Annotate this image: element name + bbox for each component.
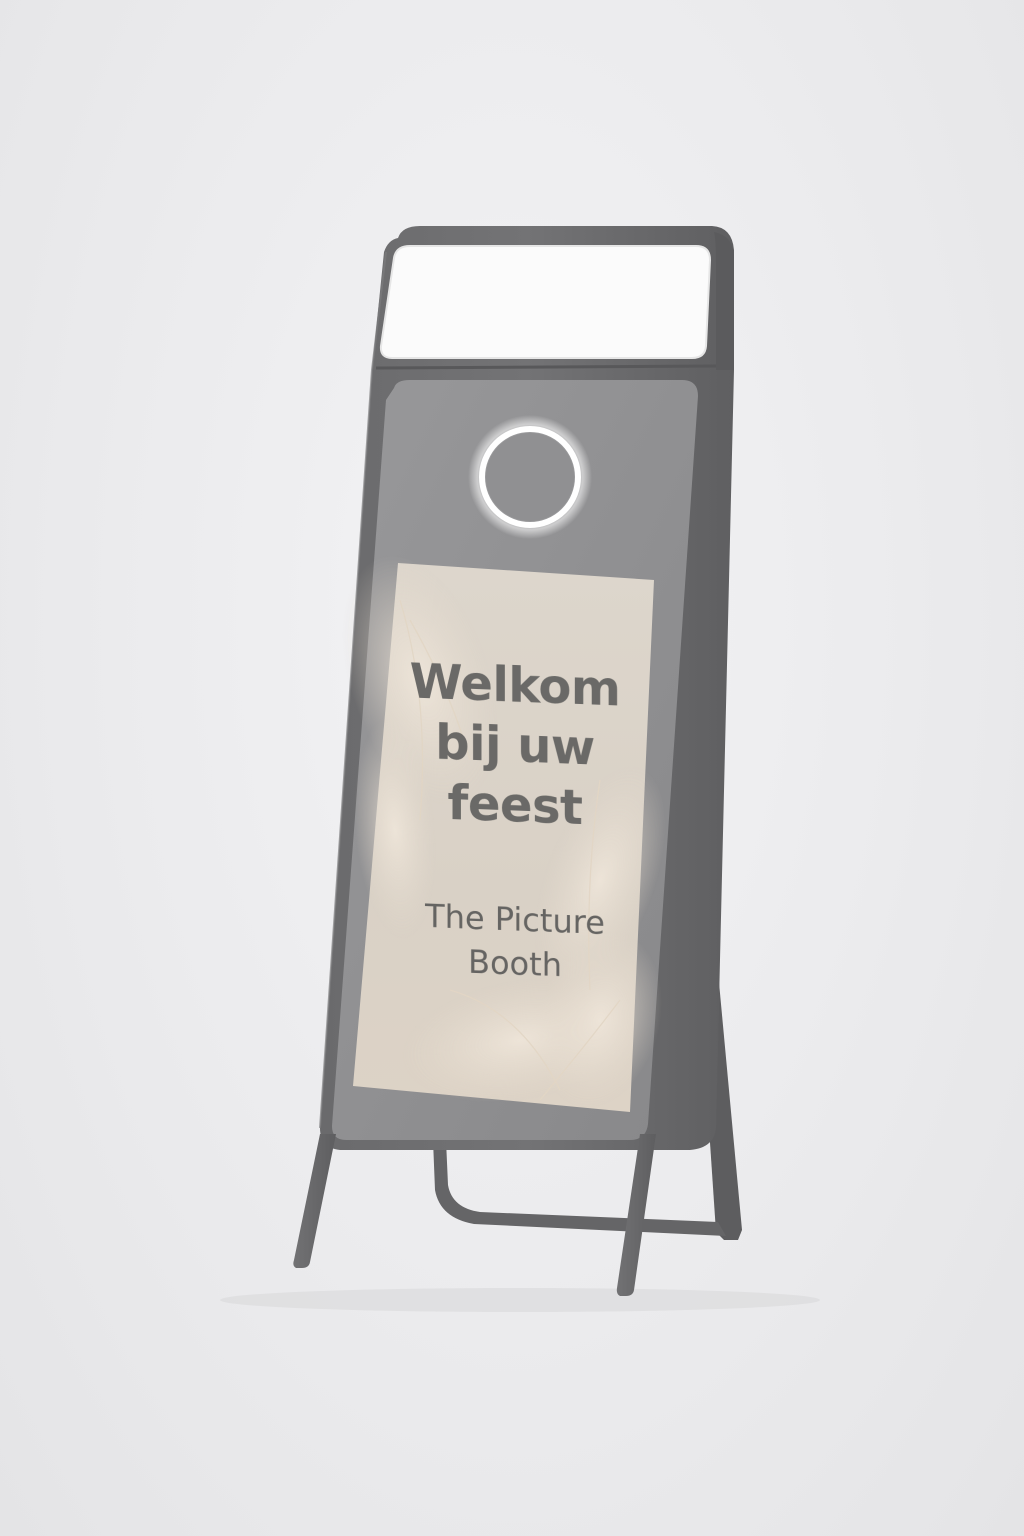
brand-name: The Picture Booth: [372, 892, 658, 991]
top-light-panel: [380, 246, 710, 358]
headline-line-2: bij uw: [435, 714, 595, 777]
panel-seam: [375, 364, 717, 370]
welcome-headline: Welkom bij uw feest: [372, 650, 658, 841]
headline-line-1: Welkom: [409, 653, 621, 718]
frame-side: [714, 232, 734, 370]
headline-line-3: feest: [447, 774, 583, 837]
backdrop: Welkom bij uw feest The Picture Booth: [0, 0, 1024, 1536]
floor-shadow: [220, 1288, 820, 1312]
screen-text-overlay: Welkom bij uw feest The Picture Booth: [372, 562, 658, 1123]
ring-light-icon: [468, 415, 592, 539]
